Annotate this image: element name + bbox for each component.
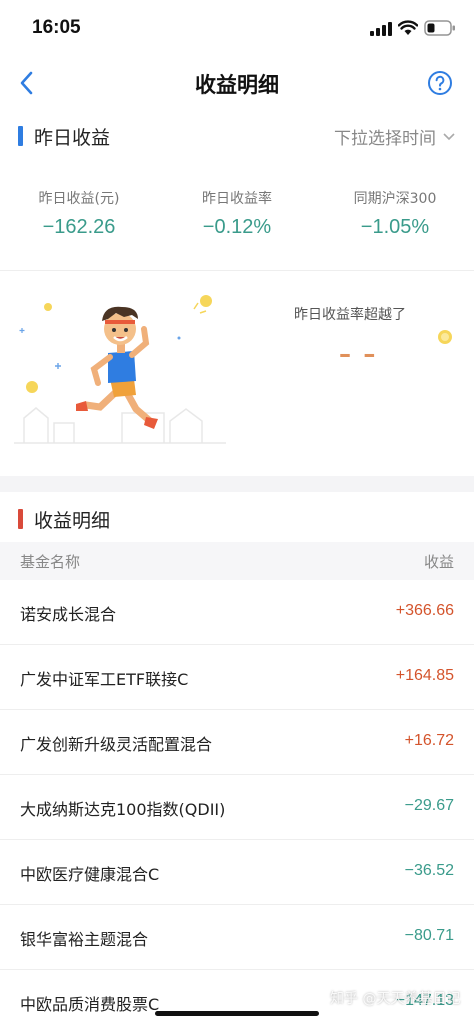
time-select-dropdown[interactable]: 下拉选择时间 [334, 124, 456, 149]
signal-icon [370, 22, 392, 36]
home-indicator[interactable] [155, 1011, 319, 1016]
fund-name: 诺安成长混合 [20, 605, 117, 624]
stat-label: 昨日收益率 [202, 191, 272, 207]
status-time: 16:05 [32, 17, 81, 38]
fund-name: 广发中证军工ETF联接C [20, 670, 189, 689]
section-title: 昨日收益 [34, 127, 111, 149]
fund-list: 诺安成长混合 +366.66 广发中证军工ETF联接C +164.85 广发创新… [0, 580, 474, 1026]
fund-profit: +164.85 [395, 667, 454, 684]
stat-label: 昨日收益(元) [38, 191, 120, 207]
wifi-icon [398, 20, 418, 35]
yesterday-section: 昨日收益 下拉选择时间 昨日收益(元) −162.26 昨日收益率 −0.12%… [0, 108, 474, 476]
chevron-down-icon [443, 132, 455, 140]
fund-profit: +16.72 [404, 732, 454, 749]
stat-yesterday-rate: 昨日收益率 −0.12% [158, 188, 316, 239]
time-select-label: 下拉选择时间 [334, 129, 436, 149]
fund-profit: −80.71 [404, 927, 454, 944]
fund-profit: +366.66 [395, 602, 454, 619]
coin-icon [438, 330, 452, 344]
fund-name: 广发创新升级灵活配置混合 [20, 735, 213, 754]
column-header-profit: 收益 [423, 553, 454, 571]
divider [0, 270, 474, 271]
fund-name: 中欧医疗健康混合C [20, 865, 160, 884]
stat-hs300: 同期沪深300 −1.05% [316, 188, 474, 239]
detail-section: 收益明细 基金名称 收益 诺安成长混合 +366.66 广发中证军工ETF联接C… [0, 492, 474, 1026]
watermark: 知乎 @天天养基日记 [330, 991, 461, 1007]
yesterday-header: 昨日收益 下拉选择时间 [0, 122, 474, 152]
table-row[interactable]: 广发创新升级灵活配置混合 +16.72 [0, 710, 474, 775]
fund-name: 银华富裕主题混合 [20, 930, 149, 949]
beat-rate-label: 昨日收益率超越了 [294, 307, 406, 323]
table-row[interactable]: 诺安成长混合 +366.66 [0, 580, 474, 645]
stat-label: 同期沪深300 [353, 191, 437, 207]
fund-profit: −36.52 [404, 862, 454, 879]
section-title: 收益明细 [34, 510, 111, 532]
section-marker [18, 509, 23, 529]
stat-value: −162.26 [42, 216, 116, 238]
battery-icon [424, 20, 455, 36]
nav-bar: 收益明细 [0, 58, 474, 108]
section-marker [18, 126, 23, 146]
status-bar: 16:05 [0, 0, 474, 58]
table-row[interactable]: 中欧医疗健康混合C −36.52 [0, 840, 474, 905]
stats-row: 昨日收益(元) −162.26 昨日收益率 −0.12% 同期沪深300 −1.… [0, 188, 474, 248]
detail-header: 收益明细 [0, 504, 474, 534]
table-row[interactable]: 银华富裕主题混合 −80.71 [0, 905, 474, 970]
running-man-illustration [14, 295, 226, 444]
stat-value: −1.05% [360, 216, 430, 238]
stat-value: −0.12% [202, 216, 272, 238]
table-header: 基金名称 收益 [0, 542, 474, 580]
fund-name: 大成纳斯达克100指数(QDII) [20, 800, 226, 819]
fund-profit: −29.67 [404, 797, 454, 814]
column-header-name: 基金名称 [20, 553, 81, 571]
table-row[interactable]: 广发中证军工ETF联接C +164.85 [0, 645, 474, 710]
help-icon[interactable] [427, 70, 453, 96]
table-row[interactable]: 大成纳斯达克100指数(QDII) −29.67 [0, 775, 474, 840]
stat-yesterday-profit: 昨日收益(元) −162.26 [0, 188, 158, 239]
fund-name: 中欧品质消费股票C [20, 995, 160, 1014]
page-title: 收益明细 [195, 73, 279, 97]
beat-rate-value: – – [339, 340, 378, 368]
